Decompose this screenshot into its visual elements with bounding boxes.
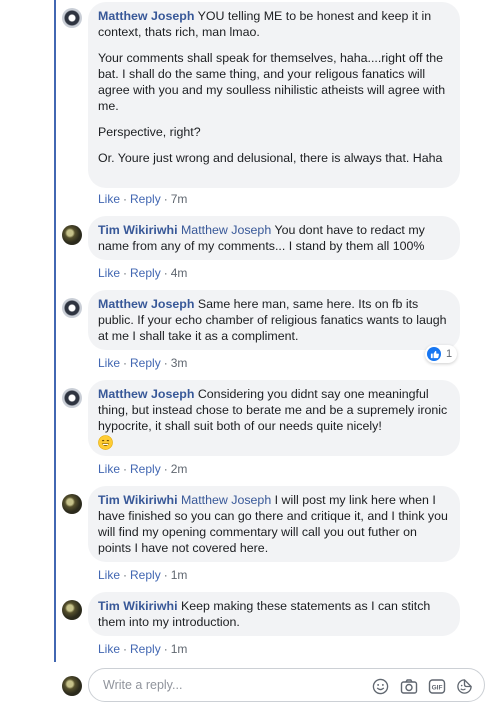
sticker-icon[interactable] bbox=[456, 678, 474, 694]
separator: · bbox=[163, 266, 168, 280]
separator: · bbox=[163, 568, 168, 582]
thumbs-up-icon bbox=[427, 347, 441, 361]
separator: · bbox=[163, 356, 168, 370]
reply-box: GIF bbox=[88, 668, 485, 702]
comment-bubble: Matthew Joseph Considering you didnt say… bbox=[88, 380, 460, 456]
comment-actions: Like · Reply · 2m bbox=[98, 462, 187, 476]
timestamp[interactable]: 3m bbox=[171, 356, 188, 370]
comment-bubble: Tim Wikiriwhi Keep making these statemen… bbox=[88, 592, 460, 636]
like-link[interactable]: Like bbox=[98, 192, 120, 206]
avatar[interactable] bbox=[62, 388, 82, 408]
comment-actions: Like · Reply · 4m bbox=[98, 266, 187, 280]
avatar[interactable] bbox=[62, 600, 82, 620]
comment-bubble: Tim Wikiriwhi Matthew Joseph I will post… bbox=[88, 486, 460, 562]
reaction-count: 1 bbox=[446, 348, 453, 360]
timestamp[interactable]: 4m bbox=[171, 266, 188, 280]
separator: · bbox=[123, 642, 128, 656]
reply-link[interactable]: Reply bbox=[130, 266, 161, 280]
separator: · bbox=[123, 568, 128, 582]
timestamp[interactable]: 2m bbox=[171, 462, 188, 476]
grinning-face-icon bbox=[98, 435, 113, 450]
reaction-badge[interactable]: 1 bbox=[425, 345, 458, 363]
camera-icon[interactable] bbox=[400, 678, 418, 694]
current-user-avatar[interactable] bbox=[62, 676, 82, 696]
comment-author[interactable]: Tim Wikiriwhi bbox=[98, 599, 178, 613]
separator: · bbox=[123, 266, 128, 280]
avatar[interactable] bbox=[62, 494, 82, 514]
comment-author[interactable]: Tim Wikiriwhi bbox=[98, 493, 178, 507]
reply-input[interactable] bbox=[101, 677, 345, 693]
comment-author[interactable]: Tim Wikiriwhi bbox=[98, 223, 178, 237]
like-link[interactable]: Like bbox=[98, 642, 120, 656]
comment-text: Or. Youre just wrong and delusional, the… bbox=[98, 151, 443, 165]
reply-link[interactable]: Reply bbox=[130, 462, 161, 476]
timestamp[interactable]: 1m bbox=[171, 642, 188, 656]
reply-link[interactable]: Reply bbox=[130, 192, 161, 206]
separator: · bbox=[123, 192, 128, 206]
comment-bubble: Matthew Joseph YOU telling ME to be hone… bbox=[88, 2, 460, 188]
separator: · bbox=[163, 642, 168, 656]
timestamp[interactable]: 7m bbox=[171, 192, 188, 206]
comment-actions: Like · Reply · 1m bbox=[98, 642, 187, 656]
like-link[interactable]: Like bbox=[98, 568, 120, 582]
comment-author[interactable]: Matthew Joseph bbox=[98, 387, 194, 401]
comment-actions: Like · Reply · 3m bbox=[98, 356, 187, 370]
comment-bubble: Matthew Joseph Same here man, same here.… bbox=[88, 290, 460, 350]
like-link[interactable]: Like bbox=[98, 266, 120, 280]
separator: · bbox=[123, 356, 128, 370]
comment-author[interactable]: Matthew Joseph bbox=[98, 297, 194, 311]
separator: · bbox=[163, 462, 168, 476]
comment-bubble: Tim Wikiriwhi Matthew Joseph You dont ha… bbox=[88, 216, 460, 260]
reply-link[interactable]: Reply bbox=[130, 356, 161, 370]
comment-author[interactable]: Matthew Joseph bbox=[98, 9, 194, 23]
avatar[interactable] bbox=[62, 8, 82, 28]
like-link[interactable]: Like bbox=[98, 462, 120, 476]
separator: · bbox=[123, 462, 128, 476]
mention-link[interactable]: Matthew Joseph bbox=[181, 223, 271, 237]
comment-text: Your comments shall speak for themselves… bbox=[98, 51, 446, 113]
emoji-icon[interactable] bbox=[372, 678, 390, 695]
separator: · bbox=[163, 192, 168, 206]
comment-actions: Like · Reply · 1m bbox=[98, 568, 187, 582]
reply-link[interactable]: Reply bbox=[130, 568, 161, 582]
avatar[interactable] bbox=[62, 298, 82, 318]
thread-line bbox=[54, 0, 56, 662]
mention-link[interactable]: Matthew Joseph bbox=[181, 493, 271, 507]
comment-actions: Like · Reply · 7m bbox=[98, 192, 187, 206]
reply-link[interactable]: Reply bbox=[130, 642, 161, 656]
svg-text:GIF: GIF bbox=[432, 685, 443, 692]
timestamp[interactable]: 1m bbox=[171, 568, 188, 582]
comment-text: Perspective, right? bbox=[98, 125, 201, 139]
like-link[interactable]: Like bbox=[98, 356, 120, 370]
avatar[interactable] bbox=[62, 225, 82, 245]
gif-icon[interactable]: GIF bbox=[428, 678, 446, 694]
